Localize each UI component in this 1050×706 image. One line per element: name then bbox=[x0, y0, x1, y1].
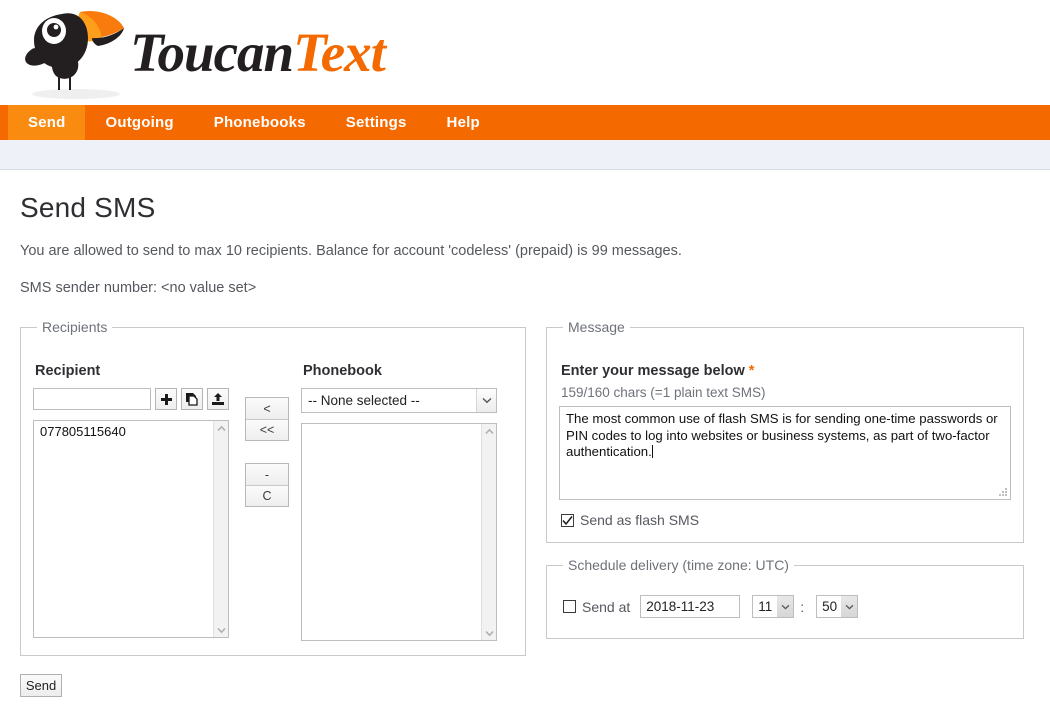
move-one-left-button[interactable]: < bbox=[246, 398, 288, 419]
flash-sms-row: Send as flash SMS bbox=[561, 512, 1011, 528]
message-body-text: The most common use of flash SMS is for … bbox=[566, 411, 998, 459]
schedule-date-input[interactable]: 2018-11-23 bbox=[640, 595, 741, 618]
text-cursor bbox=[651, 445, 653, 458]
phonebook-label: Phonebook bbox=[303, 363, 382, 379]
move-all-left-button[interactable]: << bbox=[246, 419, 288, 440]
page-title: Send SMS bbox=[20, 192, 156, 223]
scroll-up-icon[interactable] bbox=[482, 424, 497, 438]
nav-item-phonebooks[interactable]: Phonebooks bbox=[194, 105, 326, 140]
schedule-minute-select[interactable]: 50 bbox=[816, 595, 859, 618]
chevron-down-icon[interactable] bbox=[841, 596, 858, 617]
phonebook-list-scrollbar[interactable] bbox=[481, 424, 496, 640]
resize-grip-icon[interactable] bbox=[998, 487, 1008, 497]
toucan-bird-icon bbox=[25, 10, 124, 99]
recipients-legend: Recipients bbox=[42, 319, 108, 335]
scroll-down-icon[interactable] bbox=[482, 626, 497, 640]
message-input-label: Enter your message below * bbox=[561, 363, 1011, 379]
scroll-down-icon[interactable] bbox=[214, 623, 229, 637]
required-marker: * bbox=[748, 363, 755, 379]
send-at-label: Send at bbox=[582, 598, 631, 615]
flash-sms-label: Send as flash SMS bbox=[580, 512, 700, 528]
logo-word-text: Text bbox=[293, 21, 386, 83]
upload-recipients-button[interactable] bbox=[207, 388, 229, 410]
recipients-fieldset: Recipients Recipient 077805115640 < << -… bbox=[20, 319, 526, 656]
schedule-legend: Schedule delivery (time zone: UTC) bbox=[568, 557, 789, 573]
phonebook-select[interactable]: -- None selected -- bbox=[301, 388, 497, 413]
logo[interactable]: ToucanText bbox=[18, 2, 386, 102]
logo-word-toucan: Toucan bbox=[130, 21, 294, 83]
nav-item-send[interactable]: Send bbox=[8, 105, 86, 140]
recipient-input[interactable] bbox=[33, 388, 151, 410]
send-button[interactable]: Send bbox=[20, 674, 62, 697]
recipients-column: Recipients Recipient 077805115640 < << -… bbox=[20, 319, 526, 697]
nav-item-settings[interactable]: Settings bbox=[326, 105, 427, 140]
schedule-hour-value: 11 bbox=[758, 599, 773, 614]
logo-wordmark: ToucanText bbox=[130, 21, 386, 84]
send-at-checkbox[interactable] bbox=[563, 600, 576, 613]
character-counter: 159/160 chars (=1 plain text SMS) bbox=[561, 385, 766, 400]
message-label-text: Enter your message below bbox=[561, 363, 745, 379]
paste-recipients-button[interactable] bbox=[181, 388, 203, 410]
recipient-label: Recipient bbox=[35, 363, 101, 379]
recipient-entry-column: Recipient 077805115640 bbox=[33, 345, 233, 641]
site-header: ToucanText bbox=[0, 0, 1050, 105]
paste-icon bbox=[186, 393, 198, 406]
clear-all-button[interactable]: C bbox=[246, 485, 288, 506]
recipient-listbox[interactable]: 077805115640 bbox=[33, 420, 229, 638]
sender-number-text: SMS sender number: <no value set> bbox=[20, 280, 257, 296]
form-columns: Recipients Recipient 077805115640 < << -… bbox=[20, 319, 1030, 697]
recipient-list-item[interactable]: 077805115640 bbox=[34, 421, 228, 439]
message-textarea[interactable]: The most common use of flash SMS is for … bbox=[559, 406, 1011, 500]
add-icon bbox=[160, 393, 172, 405]
balance-info-text: You are allowed to send to max 10 recipi… bbox=[20, 243, 682, 259]
flash-sms-checkbox[interactable] bbox=[561, 513, 574, 527]
upload-icon bbox=[212, 393, 224, 405]
recipient-list-scrollbar[interactable] bbox=[213, 421, 228, 637]
schedule-hour-select[interactable]: 11 bbox=[752, 595, 795, 618]
nav-item-help[interactable]: Help bbox=[427, 105, 500, 140]
add-recipient-button[interactable] bbox=[155, 388, 177, 410]
remove-selected-button[interactable]: - bbox=[246, 464, 288, 485]
chevron-down-icon[interactable] bbox=[777, 596, 794, 617]
nav-item-outgoing[interactable]: Outgoing bbox=[85, 105, 193, 140]
phonebook-listbox[interactable] bbox=[301, 423, 497, 641]
page-content: Send SMS You are allowed to send to max … bbox=[0, 192, 1050, 697]
message-legend: Message bbox=[568, 319, 625, 335]
message-fieldset: Message Enter your message below * 159/1… bbox=[546, 319, 1024, 543]
checkmark-icon bbox=[562, 515, 573, 525]
main-navigation: Send Outgoing Phonebooks Settings Help bbox=[0, 105, 1050, 140]
phonebook-column: Phonebook -- None selected -- bbox=[301, 345, 501, 641]
message-column: Message Enter your message below * 159/1… bbox=[546, 319, 1024, 639]
chevron-down-icon[interactable] bbox=[476, 389, 496, 412]
time-separator: : bbox=[800, 598, 805, 615]
remove-buttons-group: - C bbox=[245, 463, 289, 507]
move-buttons-group: < << bbox=[245, 397, 289, 441]
scroll-up-icon[interactable] bbox=[214, 421, 229, 435]
sub-navigation-bar bbox=[0, 140, 1050, 170]
transfer-buttons-column: < << - C bbox=[233, 345, 301, 641]
phonebook-selected-value: -- None selected -- bbox=[308, 393, 420, 408]
schedule-minute-value: 50 bbox=[822, 599, 838, 614]
schedule-fieldset: Schedule delivery (time zone: UTC) Send … bbox=[546, 557, 1024, 639]
